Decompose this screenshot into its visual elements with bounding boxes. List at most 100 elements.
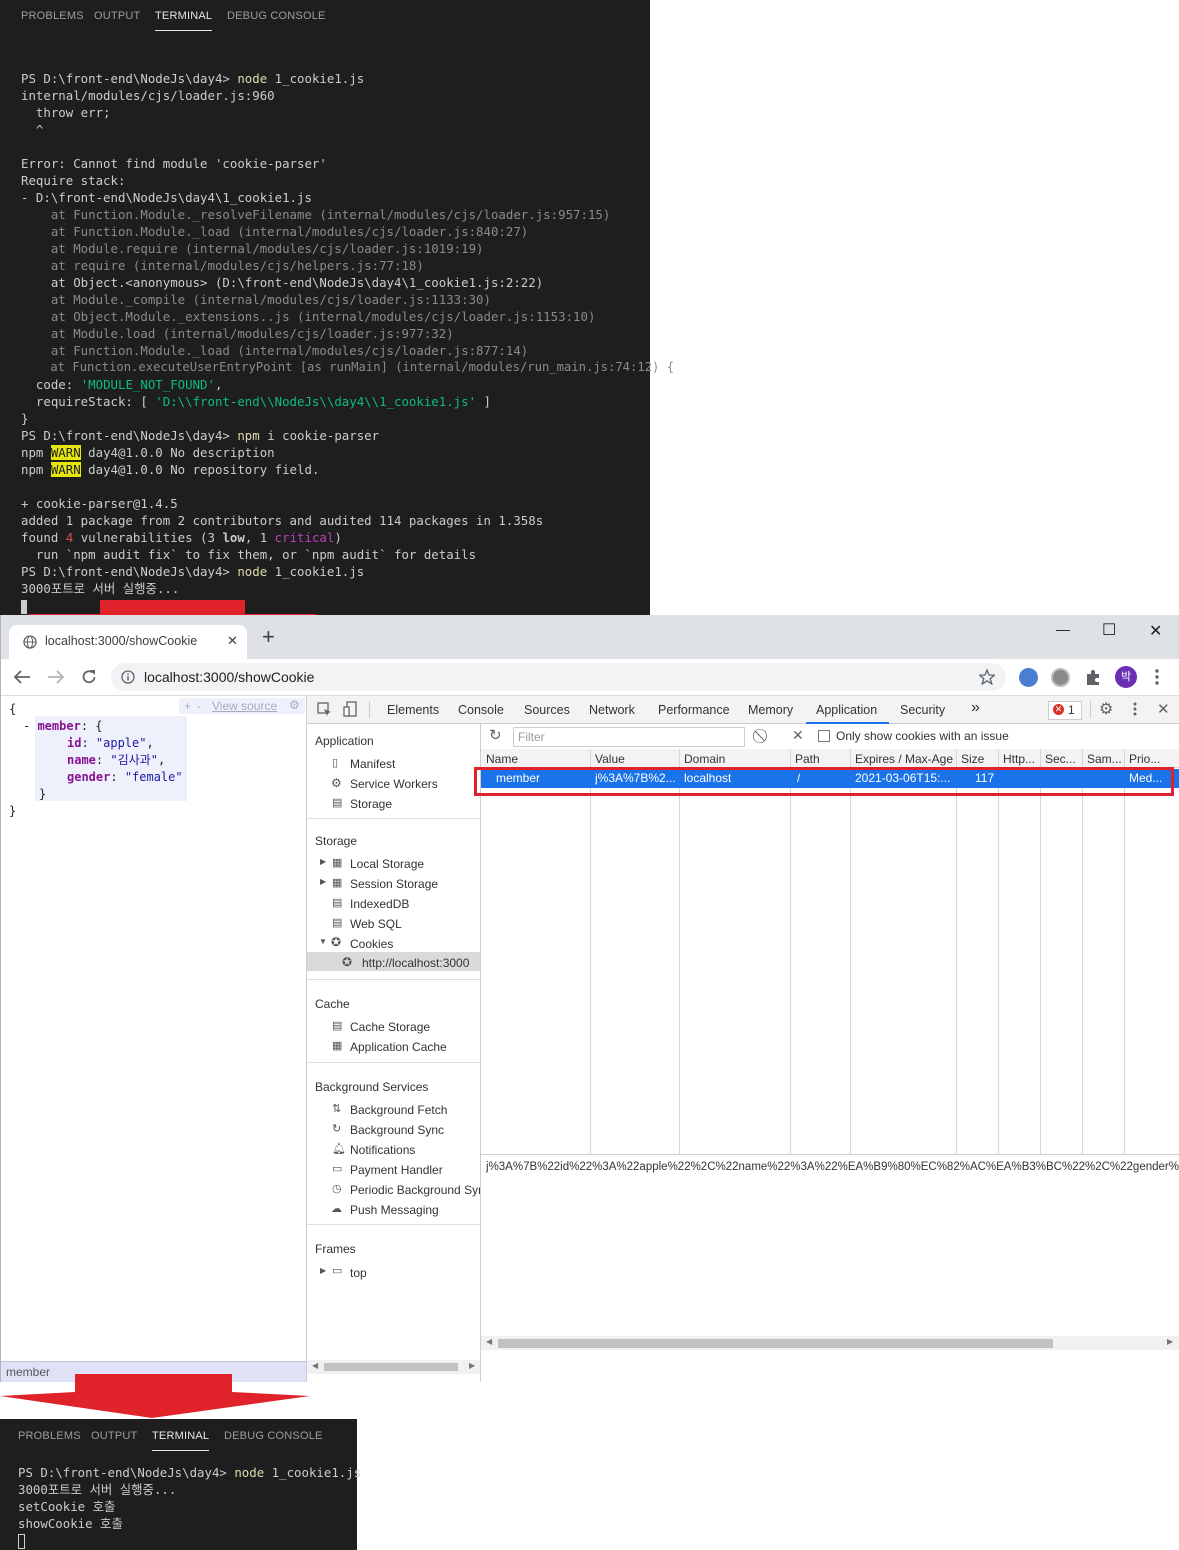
expand-triangle-icon[interactable]: ▶ bbox=[320, 857, 326, 866]
sidebar-item-session-storage[interactable]: Session Storage bbox=[350, 877, 438, 891]
sidebar-item-application-cache[interactable]: Application Cache bbox=[350, 1040, 447, 1054]
profile-avatar[interactable]: 박 bbox=[1115, 666, 1137, 688]
sidebar-item-cookies[interactable]: Cookies bbox=[350, 937, 393, 951]
col-httponly[interactable]: Http... bbox=[1003, 752, 1035, 766]
sidebar-item-web-sql[interactable]: Web SQL bbox=[350, 917, 402, 931]
kebab-menu-icon[interactable] bbox=[1155, 669, 1159, 685]
scroll-right-icon[interactable]: ▶ bbox=[1167, 1337, 1173, 1346]
cookie-icon: ✪ bbox=[342, 955, 353, 969]
tab-security[interactable]: Security bbox=[900, 703, 945, 717]
tab-output[interactable]: OUTPUT bbox=[91, 1430, 137, 1442]
expand-triangle-icon[interactable]: ▶ bbox=[320, 877, 326, 886]
sidebar-horizontal-scrollbar[interactable]: ◀ ▶ bbox=[307, 1360, 480, 1374]
col-secure[interactable]: Sec... bbox=[1045, 752, 1076, 766]
sidebar-item-indexeddb[interactable]: IndexedDB bbox=[350, 897, 409, 911]
terminal-line: npm WARN day4@1.0.0 No repository field. bbox=[21, 462, 320, 477]
col-priority[interactable]: Prio... bbox=[1129, 752, 1160, 766]
sidebar-item-notifications[interactable]: Notifications bbox=[350, 1143, 415, 1157]
reload-icon[interactable] bbox=[80, 668, 98, 686]
address-bar[interactable]: localhost:3000/showCookie bbox=[111, 663, 1006, 691]
scrollbar-thumb[interactable] bbox=[324, 1363, 458, 1371]
tab-terminal[interactable]: TERMINAL bbox=[155, 10, 213, 31]
more-tabs-icon[interactable]: » bbox=[971, 699, 980, 717]
sidebar-item-payment-handler[interactable]: Payment Handler bbox=[350, 1163, 443, 1177]
sidebar-item-storage[interactable]: Storage bbox=[350, 797, 392, 811]
sidebar-item-local-storage[interactable]: Local Storage bbox=[350, 857, 424, 871]
json-line: name: "김사과", bbox=[67, 753, 166, 767]
tab-memory[interactable]: Memory bbox=[748, 703, 793, 717]
red-arrow-down bbox=[0, 1374, 310, 1418]
collapse-triangle-icon[interactable]: ▼ bbox=[319, 937, 327, 946]
scroll-right-icon[interactable]: ▶ bbox=[469, 1361, 475, 1370]
sidebar-item-periodic-background-sync[interactable]: Periodic Background Sync bbox=[350, 1183, 480, 1197]
terminal-cursor bbox=[18, 1532, 25, 1549]
cookie-value-preview[interactable]: j%3A%7B%22id%22%3A%22apple%22%2C%22name%… bbox=[486, 1161, 1179, 1173]
col-name[interactable]: Name bbox=[486, 752, 518, 766]
tab-terminal[interactable]: TERMINAL bbox=[152, 1430, 210, 1451]
only-issue-checkbox[interactable] bbox=[818, 730, 830, 742]
close-window-icon[interactable]: ✕ bbox=[1149, 621, 1162, 641]
col-domain[interactable]: Domain bbox=[684, 752, 725, 766]
new-tab-button[interactable]: + bbox=[262, 626, 275, 648]
error-counter[interactable]: ✕ 1 bbox=[1048, 701, 1082, 720]
gear-icon[interactable]: ⚙ bbox=[289, 698, 300, 712]
expand-triangle-icon[interactable]: ▶ bbox=[320, 1266, 326, 1275]
view-source-link[interactable]: View source bbox=[212, 699, 277, 713]
tab-elements[interactable]: Elements bbox=[387, 703, 439, 717]
puzzle-icon[interactable] bbox=[1084, 668, 1102, 686]
scroll-left-icon[interactable]: ◀ bbox=[486, 1337, 492, 1346]
back-arrow-icon[interactable] bbox=[13, 670, 31, 684]
json-line[interactable]: - member: { bbox=[23, 718, 103, 735]
col-size[interactable]: Size bbox=[961, 752, 984, 766]
info-icon[interactable] bbox=[121, 670, 135, 684]
extension-icon-1[interactable] bbox=[1019, 668, 1038, 687]
tab-console[interactable]: Console bbox=[458, 703, 504, 717]
collapse-toggle[interactable]: - bbox=[23, 719, 37, 733]
col-expires[interactable]: Expires / Max-Age bbox=[855, 752, 953, 766]
scroll-left-icon[interactable]: ◀ bbox=[312, 1361, 318, 1370]
tab-sources[interactable]: Sources bbox=[524, 703, 570, 717]
device-toolbar-icon[interactable] bbox=[343, 701, 358, 717]
tab-network[interactable]: Network bbox=[589, 703, 635, 717]
terminal-line: requireStack: [ 'D:\\front-end\\NodeJs\\… bbox=[21, 394, 491, 409]
expand-all-icon[interactable]: + bbox=[184, 699, 191, 713]
minimize-icon[interactable]: — bbox=[1056, 621, 1070, 637]
tab-problems[interactable]: PROBLEMS bbox=[21, 10, 84, 22]
sidebar-item-background-sync[interactable]: Background Sync bbox=[350, 1123, 444, 1137]
sidebar-item-service-workers[interactable]: Service Workers bbox=[350, 777, 438, 791]
col-value[interactable]: Value bbox=[595, 752, 625, 766]
forward-arrow-icon[interactable] bbox=[47, 670, 65, 684]
collapse-all-icon[interactable]: - bbox=[197, 699, 201, 713]
sidebar-item-frame-top[interactable]: top bbox=[350, 1266, 367, 1280]
scrollbar-thumb[interactable] bbox=[498, 1339, 1053, 1348]
close-tab-icon[interactable]: ✕ bbox=[227, 633, 238, 649]
close-devtools-icon[interactable]: ✕ bbox=[1157, 700, 1170, 718]
sidebar-item-cookie-origin[interactable]: ✪ http://localhost:3000 bbox=[307, 952, 480, 971]
delete-selected-icon[interactable]: ✕ bbox=[792, 727, 804, 744]
table-horizontal-scrollbar[interactable]: ◀ ▶ bbox=[481, 1336, 1179, 1350]
inspect-element-icon[interactable] bbox=[317, 702, 332, 717]
maximize-icon[interactable]: ☐ bbox=[1102, 620, 1116, 640]
only-issue-label: Only show cookies with an issue bbox=[836, 729, 1009, 743]
bookmark-star-icon[interactable] bbox=[979, 669, 995, 685]
tab-debug-console[interactable]: DEBUG CONSOLE bbox=[224, 1430, 323, 1442]
tab-performance[interactable]: Performance bbox=[658, 703, 730, 717]
settings-gear-icon[interactable]: ⚙ bbox=[1099, 699, 1113, 719]
tab-output[interactable]: OUTPUT bbox=[94, 10, 140, 22]
devtools-menu-icon[interactable] bbox=[1133, 702, 1137, 718]
refresh-icon: ↻ bbox=[332, 1123, 342, 1135]
sidebar-item-push-messaging[interactable]: Push Messaging bbox=[350, 1203, 439, 1217]
filter-input[interactable]: Filter bbox=[513, 727, 745, 747]
col-path[interactable]: Path bbox=[795, 752, 820, 766]
refresh-icon[interactable]: ↻ bbox=[489, 726, 502, 744]
tab-problems[interactable]: PROBLEMS bbox=[18, 1430, 81, 1442]
extension-icon-2[interactable] bbox=[1051, 668, 1070, 687]
col-samesite[interactable]: Sam... bbox=[1087, 752, 1122, 766]
sidebar-item-manifest[interactable]: Manifest bbox=[350, 757, 395, 771]
tab-debug-console[interactable]: DEBUG CONSOLE bbox=[227, 10, 326, 22]
sidebar-item-cache-storage[interactable]: Cache Storage bbox=[350, 1020, 430, 1034]
browser-tab[interactable]: localhost:3000/showCookie ✕ bbox=[9, 625, 247, 659]
sidebar-item-background-fetch[interactable]: Background Fetch bbox=[350, 1103, 447, 1117]
tab-application[interactable]: Application bbox=[805, 703, 890, 724]
terminal-line: showCookie 호출 bbox=[18, 1516, 123, 1531]
